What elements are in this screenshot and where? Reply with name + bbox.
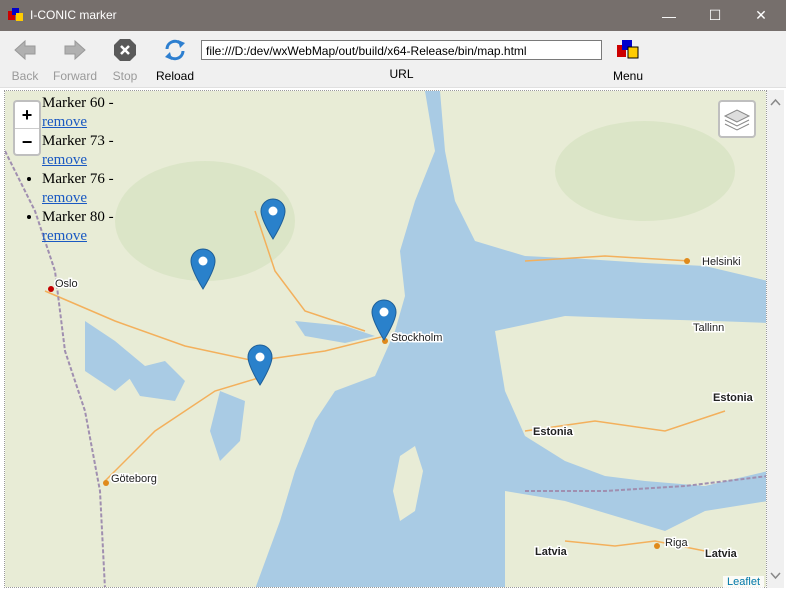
remove-link[interactable]: remove [42,190,87,206]
marker-label: Marker 60 - [42,95,114,111]
place-stockholm: Stockholm [391,332,442,344]
leaflet-attribution[interactable]: Leaflet [723,576,765,588]
menu-label: Menu [612,69,644,83]
place-oslo: Oslo [55,278,78,290]
back-label: Back [11,69,39,83]
marker-label: Marker 76 - [42,171,114,187]
list-item: Marker 73 - remove [42,132,114,170]
menu-button[interactable]: Menu [606,37,650,83]
place-riga: Riga [665,537,689,549]
url-label: URL [389,67,414,81]
place-estonia-2: Estonia [533,426,574,438]
back-arrow-icon [14,39,36,61]
place-latvia-1: Latvia [535,546,568,558]
list-item: Marker 76 - remove [42,170,114,208]
marker-pin[interactable] [260,198,286,240]
forward-arrow-icon [64,39,86,61]
stop-icon [114,39,136,61]
place-goteborg: Göteborg [111,473,157,485]
menu-icon [617,40,639,59]
toolbar: Back Forward Stop Reload file:///D:/dev/… [0,31,786,88]
zoom-control: + − [13,100,41,156]
scroll-up-icon[interactable] [767,94,784,111]
layers-icon [723,109,751,131]
list-item: Marker 60 - remove [42,94,114,132]
remove-link[interactable]: remove [42,228,87,244]
back-button[interactable]: Back [0,37,50,83]
marker-pin[interactable] [190,248,216,290]
close-button[interactable]: ✕ [738,0,784,31]
reload-icon [165,39,185,61]
url-input[interactable]: file:///D:/dev/wxWebMap/out/build/x64-Re… [201,40,602,60]
window-title: I-CONIC marker [30,8,117,22]
reload-label: Reload [155,69,195,83]
remove-link[interactable]: remove [42,152,87,168]
title-bar: I-CONIC marker — ☐ ✕ [0,0,786,31]
place-latvia-2: Latvia [705,548,738,560]
stop-label: Stop [112,69,138,83]
maximize-icon: ☐ [708,7,722,23]
scroll-down-icon[interactable] [767,567,784,584]
marker-label: Marker 73 - [42,133,114,149]
marker-pin[interactable] [371,299,397,341]
layers-button[interactable] [718,100,756,138]
reload-button[interactable]: Reload [150,37,200,83]
place-estonia-1: Estonia [713,392,754,404]
marker-label: Marker 80 - [42,209,114,225]
place-helsinki: Helsinki [702,256,741,268]
minimize-icon: — [662,7,676,24]
minimize-button[interactable]: — [646,0,692,31]
place-tallinn: Tallinn [693,322,724,334]
close-icon: ✕ [755,7,767,23]
vertical-scrollbar[interactable] [767,90,784,588]
list-item: Marker 80 - remove [42,208,114,246]
oslo-dot [48,286,54,292]
remove-link[interactable]: remove [42,114,87,130]
maximize-button[interactable]: ☐ [692,0,738,31]
stop-button[interactable]: Stop [100,37,150,83]
forward-button[interactable]: Forward [50,37,100,83]
zoom-in-button[interactable]: + [15,102,39,129]
forward-label: Forward [52,69,97,83]
zoom-out-button[interactable]: − [15,129,39,155]
app-icon [8,8,23,21]
marker-pin[interactable] [247,344,273,386]
